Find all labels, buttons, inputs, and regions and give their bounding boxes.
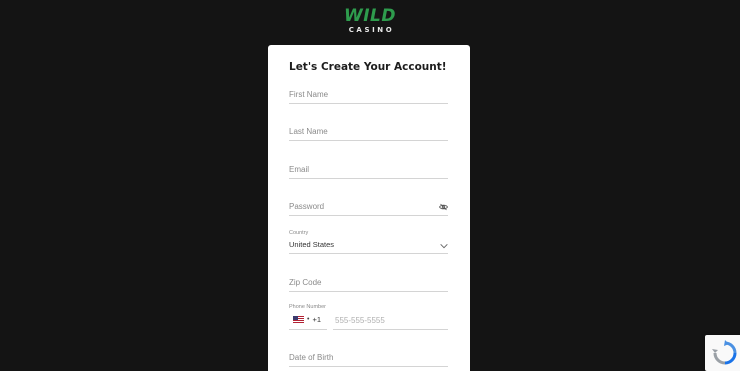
wild-casino-logo[interactable]: WILD CASINO: [0, 8, 740, 35]
country-value: United States: [289, 240, 335, 249]
country-select[interactable]: Country United States: [289, 230, 448, 254]
email-placeholder: Email: [289, 165, 310, 174]
password-input[interactable]: Password: [289, 196, 448, 216]
page-title: Let's Create Your Account!: [289, 61, 447, 73]
phone-number-field: Phone Number • +1 555-555-5555: [289, 304, 448, 330]
logo-subtitle: CASINO: [348, 26, 395, 34]
last-name-input[interactable]: Last Name: [289, 121, 448, 141]
dob-placeholder: Date of Birth: [289, 353, 334, 362]
dropdown-dot-icon: •: [307, 316, 310, 323]
last-name-placeholder: Last Name: [289, 127, 328, 136]
zip-code-placeholder: Zip Code: [289, 278, 322, 287]
date-of-birth-input[interactable]: Date of Birth: [289, 347, 448, 367]
chevron-down-icon: [440, 244, 448, 249]
country-label: Country: [289, 230, 309, 236]
recaptcha-icon: [712, 340, 737, 365]
first-name-placeholder-text: First Name: [289, 90, 329, 99]
zip-code-input[interactable]: Zip Code: [289, 272, 448, 292]
us-flag-icon: [293, 316, 304, 323]
signup-card: Let's Create Your Account! First Name La…: [268, 45, 470, 371]
first-name-input[interactable]: First Name: [289, 84, 448, 104]
eye-slash-icon[interactable]: [439, 203, 448, 211]
recaptcha-badge[interactable]: [705, 335, 740, 371]
phone-number-input[interactable]: 555-555-5555: [333, 310, 448, 330]
password-placeholder: Password: [289, 202, 325, 211]
email-input[interactable]: Email: [289, 159, 448, 179]
country-code-select[interactable]: • +1: [289, 310, 327, 330]
signup-page: WILD CASINO Let's Create Your Account! F…: [0, 0, 740, 371]
phone-placeholder: 555-555-5555: [335, 316, 385, 325]
logo-wordmark: WILD: [343, 6, 397, 26]
dial-code: +1: [312, 315, 322, 324]
